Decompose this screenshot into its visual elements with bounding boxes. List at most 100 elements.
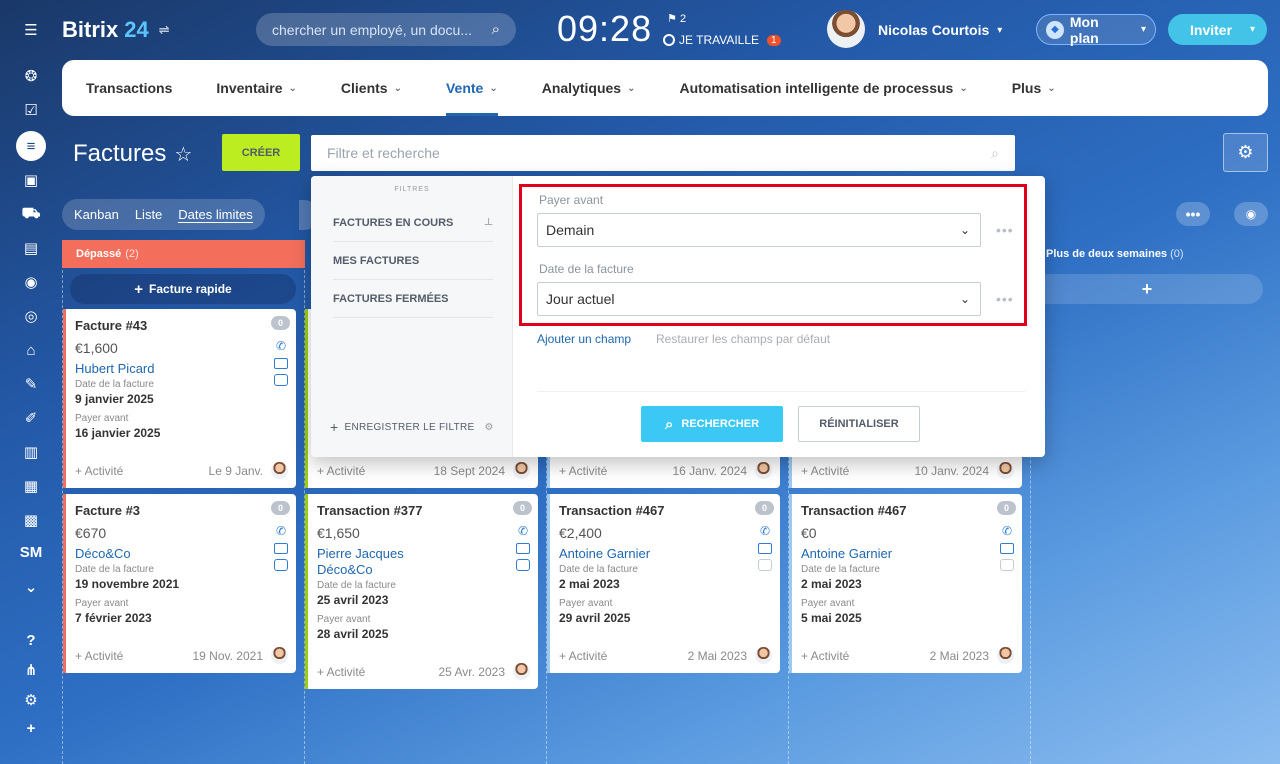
global-search-input[interactable]: chercher un employé, un docu... ⌕	[256, 13, 516, 46]
video-icon[interactable]: ▩	[19, 508, 43, 532]
card-add-activity[interactable]: + Activité	[559, 649, 607, 663]
deal-card[interactable]: 0 Transaction #467 €0 Antoine Garnier Da…	[789, 494, 1022, 673]
more-button[interactable]: •••	[1176, 202, 1210, 226]
invoice-card[interactable]: 0 Facture #3 €670 Déco&Co Date de la fac…	[63, 494, 296, 673]
phone-icon[interactable]: ✆	[274, 524, 288, 538]
chevron-down-icon[interactable]: ▾	[1250, 24, 1255, 35]
gear-icon[interactable]: ⚙	[485, 422, 494, 433]
chat-icon[interactable]	[274, 374, 288, 386]
view-list[interactable]: Liste	[135, 207, 162, 222]
card-avatar[interactable]	[271, 462, 288, 479]
save-filter-button[interactable]: + ENREGISTRER LE FILTRE ⚙	[330, 419, 494, 435]
card-client-link[interactable]: Déco&Co	[75, 546, 284, 562]
tab-clients[interactable]: Clients ⌄	[341, 60, 402, 116]
sidebar-sm[interactable]: SM	[19, 540, 43, 564]
view-deadlines[interactable]: Dates limites	[178, 207, 253, 223]
card-avatar[interactable]	[513, 663, 530, 680]
brand-settings-icon[interactable]: ⇌	[159, 22, 170, 38]
quick-invoice-button[interactable]: + Facture rapide	[70, 274, 296, 304]
cart-icon[interactable]: ⛟	[19, 202, 43, 226]
tab-more[interactable]: Plus ⌄	[1012, 60, 1056, 116]
mail-icon[interactable]	[516, 543, 530, 554]
field-pay-before-select[interactable]: Demain ⌄	[537, 213, 981, 247]
add-field-link[interactable]: Ajouter un champ	[537, 332, 631, 346]
card-avatar[interactable]	[755, 462, 772, 479]
card-add-activity[interactable]: + Activité	[75, 649, 123, 663]
card-add-activity[interactable]: + Activité	[801, 649, 849, 663]
user-avatar[interactable]	[827, 10, 865, 48]
reset-button[interactable]: RÉINITIALISER	[798, 406, 920, 442]
work-status[interactable]: JE TRAVAILLE 1	[663, 33, 781, 47]
mail-icon[interactable]	[274, 358, 288, 369]
chat-icon[interactable]	[1000, 559, 1014, 571]
chat-icon[interactable]	[758, 559, 772, 571]
settings-icon[interactable]: ⚙	[19, 688, 43, 712]
search-icon[interactable]: ⌕	[991, 145, 999, 162]
tab-automation[interactable]: Automatisation intelligente de processus…	[679, 60, 967, 116]
card-client-link[interactable]: Pierre Jacques	[317, 546, 526, 562]
preset-closed-invoices[interactable]: FACTURES FERMÉES	[333, 280, 493, 318]
preset-my-invoices[interactable]: MES FACTURES	[333, 242, 493, 280]
card-add-activity[interactable]: + Activité	[317, 665, 365, 679]
more-down-icon[interactable]: ⌄	[19, 575, 43, 599]
tab-transactions[interactable]: Transactions	[86, 60, 172, 116]
mail-icon[interactable]	[758, 543, 772, 554]
view-kanban[interactable]: Kanban	[74, 207, 119, 222]
card-add-activity[interactable]: + Activité	[559, 464, 607, 478]
robot-icon[interactable]: ◉	[19, 270, 43, 294]
card-add-activity[interactable]: + Activité	[75, 464, 123, 478]
mail-icon[interactable]	[1000, 543, 1014, 554]
bank-icon[interactable]: ⌂	[19, 338, 43, 362]
user-menu[interactable]: Nicolas Courtois ▾	[878, 22, 1002, 38]
card-title[interactable]: Facture #3	[75, 503, 284, 518]
search-button[interactable]: ⌕ RECHERCHER	[641, 406, 783, 442]
add-card-button[interactable]: +	[1031, 274, 1263, 304]
robot-button[interactable]: ◉	[1234, 202, 1268, 226]
card-title[interactable]: Transaction #467	[559, 503, 768, 518]
page-settings-button[interactable]: ⚙	[1223, 133, 1268, 172]
add-icon[interactable]: +	[19, 716, 43, 740]
deal-card[interactable]: 0 Transaction #467 €2,400 Antoine Garnie…	[547, 494, 780, 673]
sign-icon[interactable]: ✎	[19, 372, 43, 396]
card-avatar[interactable]	[513, 462, 530, 479]
tab-analytics[interactable]: Analytiques ⌄	[542, 60, 636, 116]
card-avatar[interactable]	[997, 647, 1014, 664]
restore-default-fields-link[interactable]: Restaurer les champs par défaut	[656, 332, 830, 346]
filter-search-input[interactable]: Filtre et recherche ⌕	[311, 135, 1015, 171]
create-button[interactable]: CRÉER	[222, 134, 300, 171]
card-add-activity[interactable]: + Activité	[317, 464, 365, 478]
star-icon[interactable]: ☆	[174, 142, 192, 167]
card-company-link[interactable]: Déco&Co	[317, 562, 526, 578]
invite-button[interactable]: Inviter ▾	[1168, 14, 1267, 45]
brand-logo[interactable]: Bitrix 24 ⇌	[62, 17, 170, 43]
tasks-icon[interactable]: ☑	[19, 98, 43, 122]
card-avatar[interactable]	[755, 647, 772, 664]
chat-icon[interactable]	[274, 559, 288, 571]
chart-icon[interactable]: ▥	[19, 440, 43, 464]
target-icon[interactable]: ◎	[19, 304, 43, 328]
crm-filter-icon[interactable]: ≡	[16, 131, 46, 161]
card-client-link[interactable]: Hubert Picard	[75, 361, 284, 377]
flag-counter[interactable]: ⚑ 2	[667, 12, 686, 25]
tab-inventory[interactable]: Inventaire ⌄	[216, 60, 297, 116]
invoice-card[interactable]: 0 Facture #43 €1,600 Hubert Picard Date …	[63, 309, 296, 488]
box-icon[interactable]: ▣	[19, 168, 43, 192]
deal-card[interactable]: 0 Transaction #377 €1,650 Pierre Jacques…	[305, 494, 538, 689]
help-icon[interactable]: ?	[19, 628, 43, 652]
menu-icon[interactable]: ☰	[19, 18, 43, 42]
contacts-icon[interactable]: ▤	[19, 236, 43, 260]
feed-icon[interactable]: ❂	[19, 64, 43, 88]
card-title[interactable]: Facture #43	[75, 318, 284, 333]
card-client-link[interactable]: Antoine Garnier	[559, 546, 768, 562]
mail-icon[interactable]	[274, 543, 288, 554]
column-header-overdue[interactable]: Dépassé (2)	[62, 240, 305, 268]
card-add-activity[interactable]: + Activité	[801, 464, 849, 478]
card-client-link[interactable]: Antoine Garnier	[801, 546, 1010, 562]
my-plan-button[interactable]: ◆ Mon plan ▾	[1036, 14, 1156, 46]
tab-sales[interactable]: Vente ⌄	[445, 60, 498, 116]
calendar-icon[interactable]: ▦	[19, 474, 43, 498]
pin-icon[interactable]: ⊥	[484, 217, 493, 228]
phone-icon[interactable]: ✆	[516, 524, 530, 538]
phone-icon[interactable]: ✆	[274, 339, 288, 353]
chat-icon[interactable]	[516, 559, 530, 571]
